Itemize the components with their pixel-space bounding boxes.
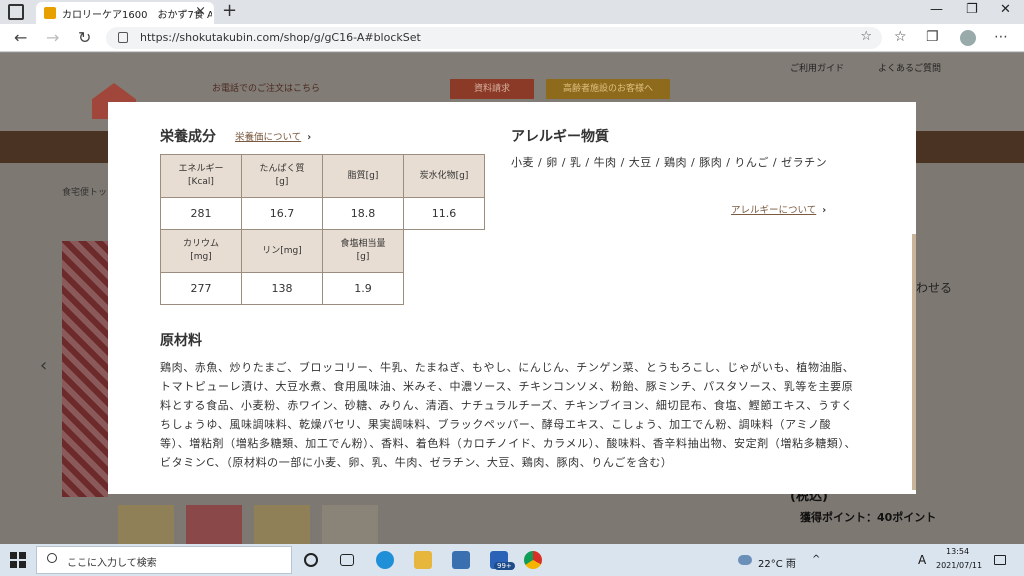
clock-time[interactable]: 13:54 <box>946 547 969 556</box>
request-brochure-button[interactable]: 資料請求 <box>450 79 534 99</box>
phone-order-text: お電話でのご注文はこちら <box>212 84 321 94</box>
ingredients-heading: 原材料 <box>160 333 202 349</box>
windows-start-icon[interactable] <box>10 552 26 568</box>
task-view-icon[interactable] <box>340 554 354 566</box>
allergy-list: 小麦 / 卵 / 乳 / 牛肉 / 大豆 / 鶏肉 / 豚肉 / りんご / ゼ… <box>511 156 828 169</box>
thumbnail[interactable] <box>118 505 174 544</box>
forward-icon[interactable]: → <box>46 28 59 47</box>
ime-indicator[interactable]: A <box>918 553 926 567</box>
lock-icon <box>118 32 128 43</box>
breadcrumb[interactable]: 食宅便トッ <box>62 185 107 198</box>
nutrition-value-cell: 1.9 <box>322 272 404 305</box>
background-text: わせる <box>916 281 953 295</box>
profile-avatar[interactable] <box>960 30 976 46</box>
nutrition-value-cell: 11.6 <box>403 197 485 230</box>
nutrition-header-cell: リン[mg] <box>241 229 323 273</box>
nutrition-header-cell: 食塩相当量 [g] <box>322 229 404 273</box>
url-field[interactable]: https://shokutakubin.com/shop/g/gC16-A#b… <box>106 27 882 49</box>
chevron-right-icon: › <box>822 205 827 216</box>
back-icon[interactable]: ← <box>14 28 27 47</box>
weather-text[interactable]: 22°C 雨 <box>758 555 796 570</box>
nutrition-value-cell: 277 <box>160 272 242 305</box>
nutrition-header-cell: 脂質[g] <box>322 154 404 198</box>
url-text: https://shokutakubin.com/shop/g/gC16-A#b… <box>140 31 421 44</box>
nutrition-header-cell: カリウム [mg] <box>160 229 242 273</box>
cortana-icon[interactable] <box>304 553 318 567</box>
product-detail-modal: 栄養成分 栄養価について › エネルギー [Kcal] たんぱく質 [g] 脂質[… <box>108 102 916 494</box>
file-explorer-icon[interactable] <box>414 551 432 569</box>
nutrition-info-link[interactable]: 栄養価について › <box>235 129 311 143</box>
allergy-info-link[interactable]: アレルギーについて › <box>731 202 826 216</box>
nutrition-info-link-label: 栄養価について <box>235 132 302 143</box>
empty-cell <box>404 230 485 273</box>
collections-icon[interactable]: ❐ <box>926 29 939 45</box>
chevron-right-icon: › <box>307 132 312 143</box>
windows-taskbar: ここに入力して検索 99+ 22°C 雨 ^ A 13:54 2021/07/1… <box>0 544 1024 576</box>
tab-close-icon[interactable]: × <box>195 4 206 19</box>
new-tab-button[interactable]: + <box>222 0 237 21</box>
thumbnail[interactable] <box>186 505 242 544</box>
maximize-button[interactable]: ❐ <box>966 2 978 17</box>
nutrition-header-cell: エネルギー [Kcal] <box>160 154 242 198</box>
tab-title: カロリーケア1600 おかず7食 A(カロ <box>62 10 212 21</box>
tab-actions-icon[interactable] <box>8 4 24 20</box>
thumbnail[interactable] <box>322 505 378 544</box>
points-text: 獲得ポイント：40ポイント <box>800 511 937 524</box>
browser-tab[interactable]: カロリーケア1600 おかず7食 A(カロ × <box>36 2 214 24</box>
site-favicon-icon <box>44 7 56 19</box>
clock-date[interactable]: 2021/07/11 <box>936 561 982 570</box>
nutrition-table: エネルギー [Kcal] たんぱく質 [g] 脂質[g] 炭水化物[g] 281… <box>160 154 485 305</box>
nutrition-value-cell: 138 <box>241 272 323 305</box>
ingredients-text: 鶏肉、赤魚、炒りたまご、ブロッコリー、牛乳、たまねぎ、もやし、にんじん、チンゲン… <box>160 361 857 469</box>
minimize-button[interactable]: — <box>930 2 943 17</box>
product-photo <box>62 241 108 497</box>
refresh-icon[interactable]: ↻ <box>78 28 91 47</box>
close-window-button[interactable]: ✕ <box>1000 2 1011 17</box>
nutrition-value-cell: 18.8 <box>322 197 404 230</box>
taskbar-search-box[interactable]: ここに入力して検索 <box>36 546 292 574</box>
taskbar-search-placeholder: ここに入力して検索 <box>67 558 157 569</box>
store-icon[interactable] <box>452 551 470 569</box>
notification-icon[interactable] <box>994 555 1006 565</box>
favorites-icon[interactable]: ☆ <box>894 29 907 45</box>
empty-cell <box>404 273 485 305</box>
chevron-up-icon[interactable]: ^ <box>812 554 820 565</box>
nutrition-header-cell: 炭水化物[g] <box>403 154 485 198</box>
search-icon <box>47 553 57 563</box>
nutrition-value-cell: 16.7 <box>241 197 323 230</box>
guide-link[interactable]: ご利用ガイド <box>790 61 844 74</box>
chrome-icon[interactable] <box>524 551 542 569</box>
nutrition-heading: 栄養成分 <box>160 129 216 145</box>
weather-icon[interactable] <box>738 555 752 565</box>
edge-browser-icon[interactable] <box>376 551 394 569</box>
address-bar-row: ← → ↻ https://shokutakubin.com/shop/g/gC… <box>0 24 1024 52</box>
facility-button[interactable]: 高齢者施設のお客様へ <box>546 79 670 99</box>
nutrition-header-cell: たんぱく質 [g] <box>241 154 323 198</box>
chevron-left-icon[interactable]: ‹ <box>40 355 47 376</box>
allergy-info-link-label: アレルギーについて <box>731 205 817 216</box>
allergy-heading: アレルギー物質 <box>511 129 609 145</box>
favorite-star-icon[interactable]: ☆ <box>860 29 872 44</box>
more-menu-icon[interactable]: ⋯ <box>994 29 1008 45</box>
mail-badge: 99+ <box>494 562 515 570</box>
nutrition-value-cell: 281 <box>160 197 242 230</box>
modal-scrollbar[interactable] <box>912 234 916 490</box>
thumbnail[interactable] <box>254 505 310 544</box>
browser-tab-bar: カロリーケア1600 おかず7食 A(カロ × + — ❐ ✕ <box>0 0 1024 24</box>
faq-link[interactable]: よくあるご質問 <box>878 61 941 74</box>
